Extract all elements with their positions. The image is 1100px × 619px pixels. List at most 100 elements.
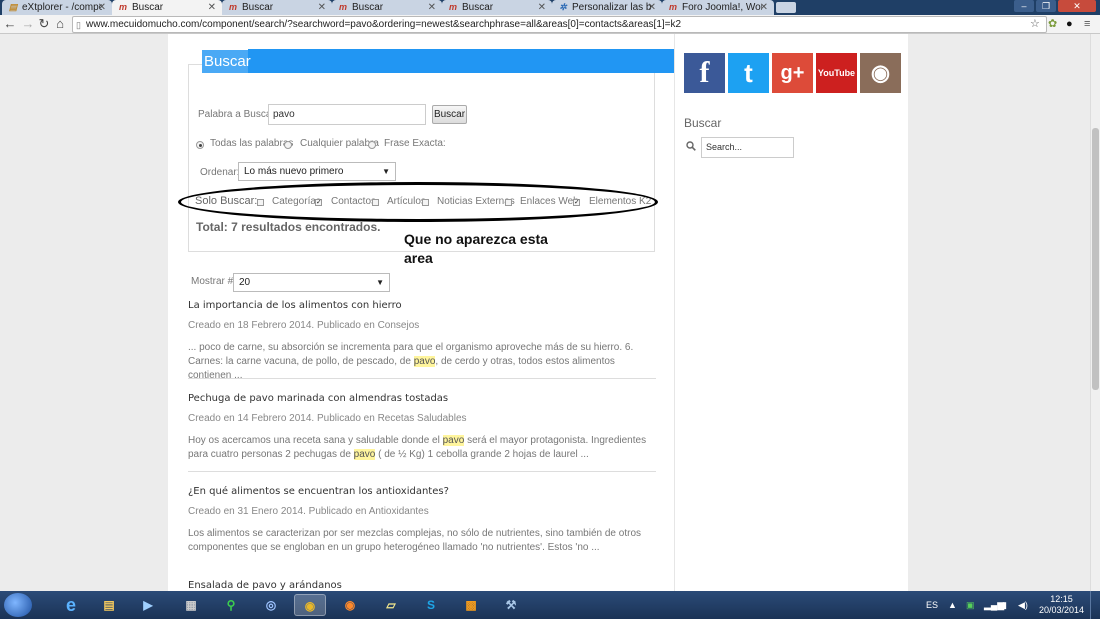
search-button[interactable]: Buscar xyxy=(432,105,467,124)
tab-buscar-3[interactable]: m Buscar ✕ xyxy=(332,0,442,15)
control-panel-icon[interactable]: ◎ xyxy=(255,594,287,616)
keyword-label: Palabra a Buscar: xyxy=(198,109,278,120)
joomla-m-icon: m xyxy=(228,2,237,12)
tab-title: eXtplorer - /compo xyxy=(22,2,102,13)
clock-time: 12:15 xyxy=(1050,594,1073,604)
radio-any-word[interactable] xyxy=(284,141,292,149)
forward-arrow-icon[interactable]: → xyxy=(20,16,36,32)
minimize-icon[interactable]: – xyxy=(1014,0,1034,12)
file-explorer-icon[interactable]: ▤ xyxy=(93,594,125,616)
system-clock[interactable]: 12:15 20/03/2014 xyxy=(1039,594,1084,616)
bookmark-star-icon[interactable]: ☆ xyxy=(1030,17,1040,32)
close-icon[interactable]: ✕ xyxy=(538,0,546,15)
show-desktop-button[interactable] xyxy=(1090,591,1100,619)
tools-app-icon[interactable]: ⚒ xyxy=(495,594,527,616)
joomla-m-icon: m xyxy=(338,2,347,12)
instagram-icon[interactable]: ◉ xyxy=(860,53,901,93)
office-app-icon[interactable]: ▩ xyxy=(455,594,487,616)
media-player-icon[interactable]: ▶ xyxy=(132,594,164,616)
windows-taskbar: e ▤ ▶ ▦ ⚲ ◎ ◉ ◉ ▱ S ▩ ⚒ ES ▲ ▣ ▂▄▆ ▮ ◀) … xyxy=(0,591,1100,619)
tab-extplorer[interactable]: ▤ eXtplorer - /compo ✕ xyxy=(2,0,112,15)
radio-all-words[interactable] xyxy=(196,141,204,149)
menu-icon[interactable]: ≡ xyxy=(1084,17,1090,32)
tray-app-icon[interactable]: ▣ xyxy=(966,600,975,611)
notes-app-icon[interactable]: ▱ xyxy=(375,594,407,616)
skype-icon[interactable]: S xyxy=(415,594,447,616)
sidebar-search-title: Buscar xyxy=(684,116,722,130)
radio-label: Frase Exacta: xyxy=(384,138,446,149)
result-snippet: Hoy os acercamos una receta sana y salud… xyxy=(188,434,658,462)
result-title-link[interactable]: ¿En qué alimentos se encuentran los anti… xyxy=(188,486,449,497)
tray-arrow-icon[interactable]: ▲ xyxy=(948,600,957,611)
close-icon[interactable]: ✕ xyxy=(318,0,326,15)
start-button[interactable] xyxy=(4,593,32,617)
tab-buscar-active[interactable]: m Buscar ✕ xyxy=(112,0,222,15)
tab-title: Buscar xyxy=(132,2,164,13)
home-icon[interactable]: ⌂ xyxy=(52,16,68,32)
search-keyword-input[interactable]: pavo xyxy=(268,104,426,125)
radio-exact-phrase[interactable] xyxy=(368,141,376,149)
close-icon[interactable]: ✕ xyxy=(98,0,106,15)
search-highlight: pavo xyxy=(353,449,376,460)
back-arrow-icon[interactable]: ← xyxy=(2,16,18,32)
tab-foro-joomla[interactable]: m Foro Joomla!, Word! ✕ xyxy=(662,0,774,15)
google-plus-icon[interactable]: g+ xyxy=(772,53,813,93)
network-app-icon[interactable]: ▦ xyxy=(175,594,207,616)
extension-icon[interactable]: ✿ xyxy=(1048,17,1057,32)
order-select[interactable]: Lo más nuevo primero ▼ xyxy=(238,162,396,181)
maximize-icon[interactable]: ❐ xyxy=(1036,0,1056,12)
page-content: Buscar Palabra a Buscar: pavo Buscar Tod… xyxy=(168,34,908,591)
tab-buscar-2[interactable]: m Buscar ✕ xyxy=(222,0,332,15)
result-title-link[interactable]: Pechuga de pavo marinada con almendras t… xyxy=(188,393,448,404)
result-title-link[interactable]: Ensalada de pavo y arándanos xyxy=(188,580,342,591)
result-snippet: ... poco de carne, su absorción se incre… xyxy=(188,341,658,383)
result-divider xyxy=(188,471,656,472)
dropdown-arrow-icon: ▼ xyxy=(376,278,384,287)
results-total: Total: 7 resultados encontrados. xyxy=(196,220,381,234)
tab-title: Buscar xyxy=(242,2,274,13)
show-count-label: Mostrar # xyxy=(191,276,234,287)
internet-explorer-icon[interactable]: e xyxy=(55,594,87,616)
close-icon[interactable]: ✕ xyxy=(648,0,656,15)
joomla-m-icon: m xyxy=(448,2,457,12)
search-app-icon[interactable]: ⚲ xyxy=(215,594,247,616)
page-scrollbar[interactable] xyxy=(1090,34,1100,591)
close-window-icon[interactable]: ✕ xyxy=(1058,0,1096,12)
search-highlight: pavo xyxy=(413,356,436,367)
extension-circle-icon[interactable]: ● xyxy=(1066,17,1073,32)
annotation-text: Que no aparezca esta area xyxy=(404,231,548,266)
youtube-icon[interactable]: YouTube xyxy=(816,53,857,93)
new-tab-button[interactable] xyxy=(776,2,796,13)
sidebar-search-input[interactable]: Search... xyxy=(701,137,794,158)
browser-tab-strip: ▤ eXtplorer - /compo ✕ m Buscar ✕ m Busc… xyxy=(0,0,1100,15)
tab-personalizar[interactable]: ✲ Personalizar las búsq ✕ xyxy=(552,0,662,15)
close-icon[interactable]: ✕ xyxy=(428,0,436,15)
address-bar[interactable]: ▯ www.mecuidomucho.com/component/search/… xyxy=(72,16,1047,33)
result-meta: Creado en 14 Febrero 2014. Publicado en … xyxy=(188,413,467,424)
battery-icon[interactable]: ▮ xyxy=(1002,600,1007,611)
reload-icon[interactable]: ↻ xyxy=(36,16,52,32)
scrollbar-thumb[interactable] xyxy=(1092,128,1099,390)
facebook-icon[interactable]: f xyxy=(684,53,725,93)
window-controls: – ❐ ✕ xyxy=(1014,0,1096,14)
snippet-text: ( de ½ Kg) 1 cebolla grande 2 hojas de l… xyxy=(375,449,589,460)
tab-buscar-4[interactable]: m Buscar ✕ xyxy=(442,0,552,15)
radio-label: Todas las palabras xyxy=(210,138,294,149)
chrome-icon[interactable]: ◉ xyxy=(294,594,326,616)
joomla-m-icon: m xyxy=(118,2,127,12)
browser-toolbar: ← → ↻ ⌂ ▯ www.mecuidomucho.com/component… xyxy=(0,15,1100,34)
joomla-m-icon: m xyxy=(668,2,677,12)
result-title-link[interactable]: La importancia de los alimentos con hier… xyxy=(188,300,402,311)
result-snippet: Los alimentos se caracterizan por ser me… xyxy=(188,528,642,553)
language-indicator[interactable]: ES xyxy=(926,600,938,611)
twitter-icon[interactable]: t xyxy=(728,53,769,93)
tab-title: Buscar xyxy=(352,2,384,13)
volume-icon[interactable]: ◀) xyxy=(1018,600,1028,611)
joomla-j-icon: ✲ xyxy=(559,2,567,12)
firefox-icon[interactable]: ◉ xyxy=(334,594,366,616)
order-label: Ordenar: xyxy=(200,167,240,178)
close-icon[interactable]: ✕ xyxy=(760,0,768,15)
order-value: Lo más nuevo primero xyxy=(244,166,344,177)
show-count-select[interactable]: 20 ▼ xyxy=(233,273,390,292)
close-icon[interactable]: ✕ xyxy=(208,0,216,15)
